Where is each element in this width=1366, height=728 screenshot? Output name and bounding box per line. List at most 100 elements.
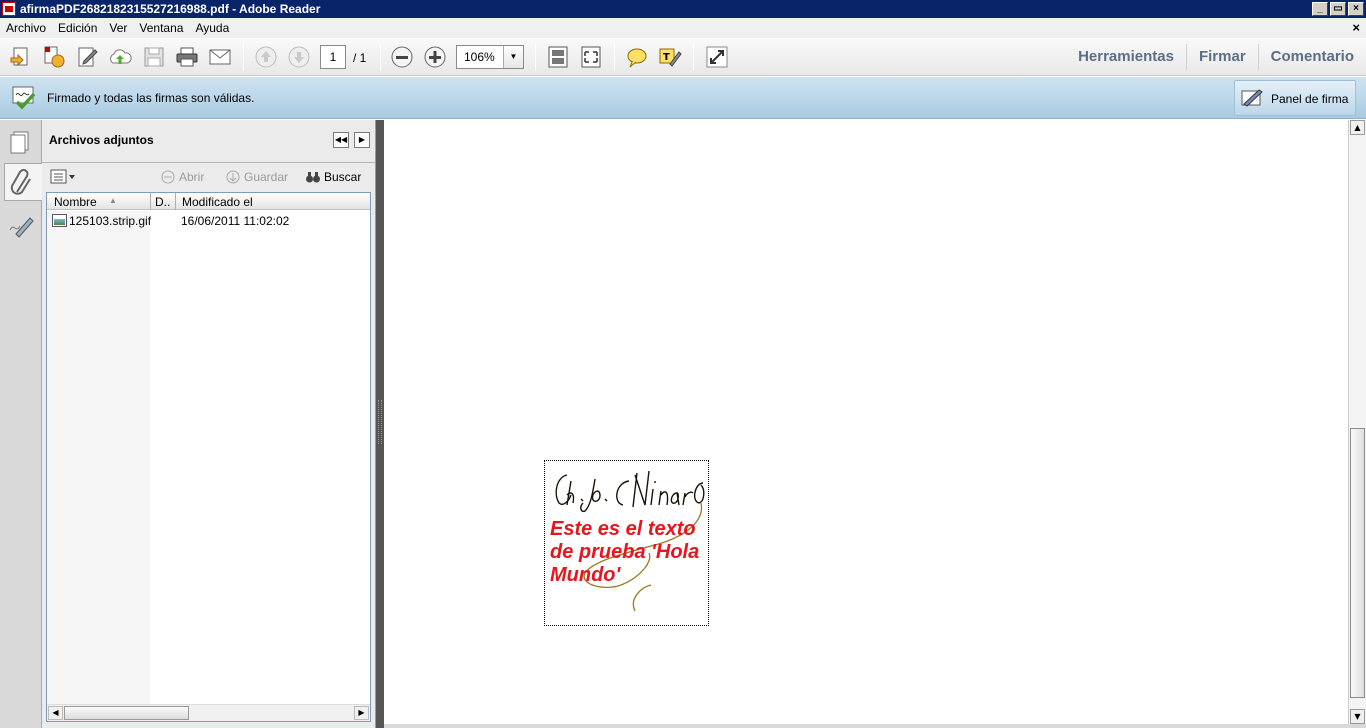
window-title: afirmaPDF2682182315527216988.pdf - Adobe… bbox=[20, 2, 321, 16]
edit-document-icon[interactable] bbox=[76, 46, 100, 68]
comentario-link[interactable]: Comentario bbox=[1257, 44, 1366, 70]
attachments-toolbar: Abrir Guardar Buscar bbox=[42, 164, 375, 190]
print-icon[interactable] bbox=[175, 46, 199, 68]
sorted-column-background bbox=[47, 211, 150, 704]
panel-options-icon[interactable]: ▶ bbox=[354, 132, 370, 148]
sort-ascending-icon: ▲ bbox=[109, 196, 117, 205]
create-pdf-icon[interactable] bbox=[9, 46, 33, 68]
vertical-scrollbar[interactable]: ▲ ▼ bbox=[1348, 120, 1366, 724]
toolbar-separator bbox=[614, 43, 615, 71]
signature-status-text: Firmado y todas las firmas son válidas. bbox=[47, 91, 255, 105]
open-attachment-button[interactable]: Abrir bbox=[160, 170, 204, 184]
menu-ver[interactable]: Ver bbox=[103, 21, 133, 35]
zoom-out-icon[interactable] bbox=[390, 46, 414, 68]
fit-width-icon[interactable] bbox=[579, 46, 603, 68]
sticky-note-icon[interactable] bbox=[625, 46, 649, 68]
open-label: Abrir bbox=[179, 170, 205, 184]
fit-page-icon[interactable] bbox=[546, 46, 570, 68]
paperclip-icon bbox=[10, 169, 31, 195]
save-label: Guardar bbox=[244, 170, 289, 184]
open-icon bbox=[161, 170, 175, 184]
close-window-button[interactable]: × bbox=[1348, 2, 1364, 16]
close-document-button[interactable]: × bbox=[1352, 20, 1360, 35]
horizontal-scroll-thumb[interactable] bbox=[64, 706, 189, 720]
scroll-left-icon[interactable]: ◀ bbox=[48, 706, 63, 720]
collapse-panel-icon[interactable]: ◀◀ bbox=[333, 132, 349, 148]
vertical-scroll-thumb[interactable] bbox=[1350, 428, 1365, 698]
toolbar-separator bbox=[380, 43, 381, 71]
zoom-value: 106% bbox=[464, 50, 495, 64]
window-titlebar: afirmaPDF2682182315527216988.pdf - Adobe… bbox=[0, 0, 1366, 18]
page-number-input[interactable]: 1 bbox=[320, 45, 346, 69]
attachments-list-header: Nombre ▲ D.. Modificado el bbox=[47, 193, 370, 210]
attachments-tab[interactable] bbox=[4, 163, 43, 201]
signature-caption: Este es el texto de prueba 'Hola Mundo' bbox=[550, 518, 700, 586]
signature-pen-icon bbox=[1241, 89, 1263, 107]
previous-page-icon[interactable] bbox=[254, 46, 278, 68]
search-label: Buscar bbox=[324, 170, 362, 184]
scroll-up-icon[interactable]: ▲ bbox=[1350, 120, 1365, 135]
column-header-name[interactable]: Nombre bbox=[54, 195, 97, 209]
column-divider[interactable] bbox=[150, 193, 151, 210]
signature-panel-button[interactable]: Panel de firma bbox=[1234, 80, 1356, 116]
toolbar-separator bbox=[693, 43, 694, 71]
toolbar-separator bbox=[243, 43, 244, 71]
herramientas-link[interactable]: Herramientas bbox=[1066, 44, 1186, 70]
menu-ventana[interactable]: Ventana bbox=[133, 21, 189, 35]
minimize-button[interactable]: _ bbox=[1312, 2, 1328, 16]
highlight-text-icon[interactable]: T bbox=[658, 46, 682, 68]
attachments-list: Nombre ▲ D.. Modificado el 125103.strip.… bbox=[46, 192, 371, 722]
save-attachment-icon bbox=[226, 170, 240, 184]
menu-archivo[interactable]: Archivo bbox=[0, 21, 52, 35]
attachments-panel: Archivos adjuntos ◀◀ ▶ Abrir Guardar Bus… bbox=[42, 120, 376, 728]
document-page: Este es el texto de prueba 'Hola Mundo' bbox=[384, 120, 1348, 724]
expand-icon[interactable] bbox=[705, 46, 729, 68]
binoculars-icon bbox=[306, 172, 320, 183]
signature-status-bar: Firmado y todas las firmas son válidas. … bbox=[0, 77, 1366, 119]
panel-splitter[interactable] bbox=[376, 120, 384, 728]
attachments-panel-title: Archivos adjuntos bbox=[49, 133, 154, 147]
signatures-icon[interactable] bbox=[4, 208, 38, 246]
navigation-rail bbox=[0, 120, 43, 728]
save-attachment-button[interactable]: Guardar bbox=[225, 170, 288, 184]
page-total: / 1 bbox=[353, 51, 367, 65]
attachment-modified: 16/06/2011 11:02:02 bbox=[181, 214, 290, 228]
horizontal-scrollbar[interactable]: ◀ ▶ bbox=[47, 704, 370, 721]
main-toolbar: 1 / 1 106% ▼ T Herramientas Firmar Comen… bbox=[0, 38, 1366, 76]
restore-button[interactable]: ▭ bbox=[1330, 2, 1346, 16]
firmar-link[interactable]: Firmar bbox=[1185, 44, 1258, 70]
toolbar-separator bbox=[535, 43, 536, 71]
menu-bar: Archivo Edición Ver Ventana Ayuda × bbox=[0, 18, 1366, 38]
window-controls: _ ▭ × bbox=[1312, 2, 1364, 16]
zoom-in-icon[interactable] bbox=[423, 46, 447, 68]
panel-divider bbox=[42, 162, 375, 163]
image-file-icon bbox=[52, 214, 67, 227]
signature-field[interactable]: Este es el texto de prueba 'Hola Mundo' bbox=[544, 460, 709, 626]
status-strip bbox=[384, 724, 1366, 728]
scroll-right-icon[interactable]: ▶ bbox=[354, 706, 369, 720]
upload-cloud-icon[interactable] bbox=[108, 46, 132, 68]
menu-ayuda[interactable]: Ayuda bbox=[189, 21, 235, 35]
attachment-row[interactable]: 125103.strip.gif 16/06/2011 11:02:02 bbox=[47, 213, 370, 229]
save-icon[interactable] bbox=[142, 46, 166, 68]
next-page-icon[interactable] bbox=[287, 46, 311, 68]
column-header-description[interactable]: D.. bbox=[155, 195, 170, 209]
toolbar-panes: Herramientas Firmar Comentario bbox=[1066, 38, 1366, 76]
menu-edicion[interactable]: Edición bbox=[52, 21, 103, 35]
column-header-modified[interactable]: Modificado el bbox=[182, 195, 253, 209]
signature-panel-label: Panel de firma bbox=[1271, 92, 1349, 106]
email-icon[interactable] bbox=[208, 46, 232, 68]
svg-text:T: T bbox=[663, 52, 670, 63]
options-menu-icon[interactable] bbox=[50, 169, 76, 185]
column-divider[interactable] bbox=[175, 193, 176, 210]
zoom-select[interactable]: 106% ▼ bbox=[456, 45, 524, 69]
splitter-grip[interactable] bbox=[378, 400, 382, 444]
page-thumbnails-icon[interactable] bbox=[4, 124, 38, 162]
scroll-down-icon[interactable]: ▼ bbox=[1350, 709, 1365, 724]
combine-pdf-icon[interactable] bbox=[42, 46, 66, 68]
valid-signature-icon bbox=[12, 86, 36, 110]
search-attachment-button[interactable]: Buscar bbox=[305, 170, 361, 184]
chevron-down-icon[interactable]: ▼ bbox=[503, 46, 523, 68]
attachment-name: 125103.strip.gif bbox=[69, 214, 152, 228]
adobe-reader-icon bbox=[2, 2, 16, 16]
